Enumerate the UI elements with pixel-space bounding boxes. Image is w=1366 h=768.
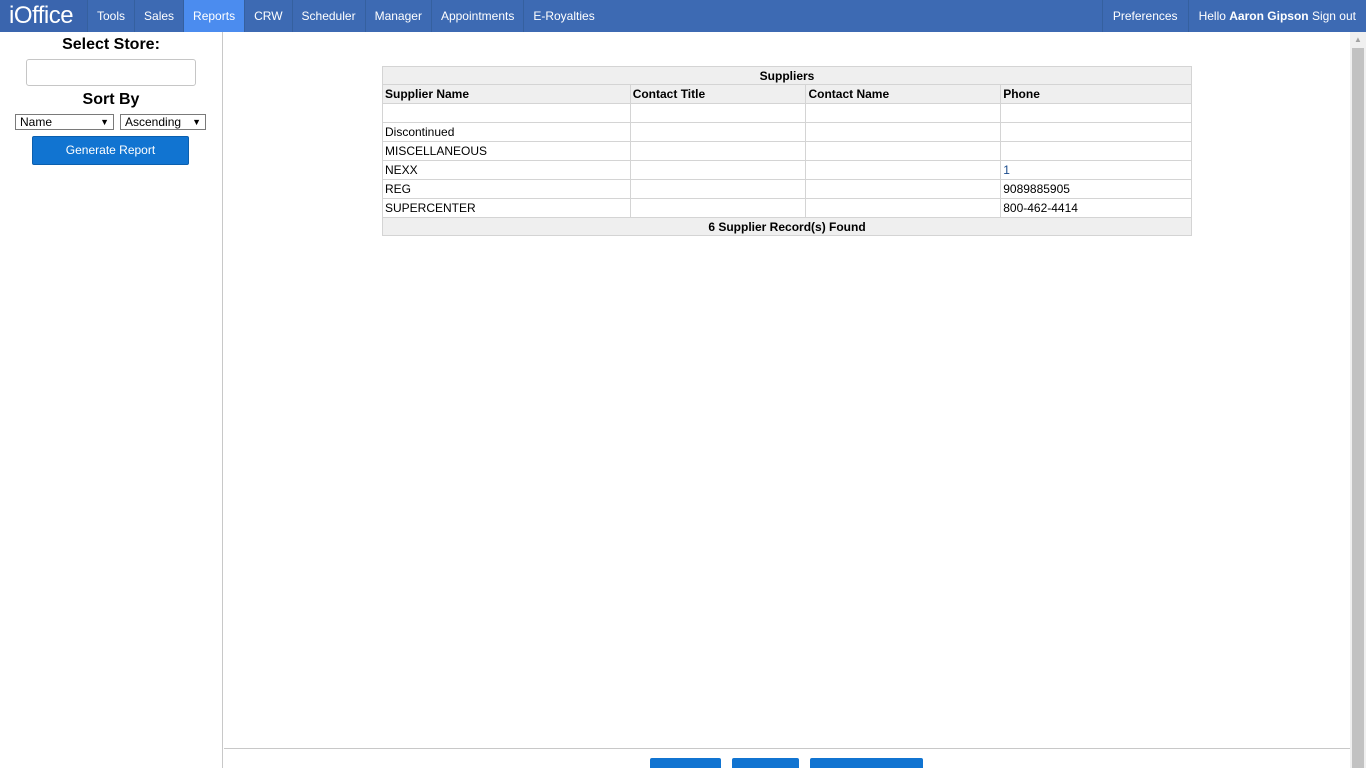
sort-field-select[interactable]: Name ▼ xyxy=(15,114,114,130)
column-header: Phone xyxy=(1000,84,1192,104)
contact-title-cell xyxy=(629,141,807,161)
sort-order-select[interactable]: Ascending ▼ xyxy=(120,114,206,130)
phone-cell: 800-462-4414 xyxy=(1000,198,1192,218)
contact-title-cell xyxy=(629,160,807,180)
column-header: Contact Title xyxy=(629,84,807,104)
nav-tab-sales[interactable]: Sales xyxy=(134,0,183,32)
contact-name-cell xyxy=(805,179,1002,199)
contact-name-cell xyxy=(805,141,1002,161)
supplier-name-cell: NEXX xyxy=(382,160,631,180)
contact-name-cell xyxy=(805,198,1002,218)
bottom-action-button[interactable] xyxy=(810,758,923,768)
table-caption-row: Suppliers xyxy=(382,66,1192,85)
phone-cell xyxy=(1000,103,1192,123)
supplier-name-cell: SUPERCENTER xyxy=(382,198,631,218)
table-title: Suppliers xyxy=(382,66,1192,85)
contact-name-cell xyxy=(805,103,1002,123)
generate-report-button[interactable]: Generate Report xyxy=(32,136,189,165)
supplier-name-cell: MISCELLANEOUS xyxy=(382,141,631,161)
scroll-up-icon[interactable]: ▲ xyxy=(1350,32,1366,48)
phone-cell xyxy=(1000,141,1192,161)
record-count: 6 Supplier Record(s) Found xyxy=(382,217,1192,236)
table-header-row: Supplier Name Contact Title Contact Name… xyxy=(382,84,1192,104)
sort-field-value: Name xyxy=(20,115,53,129)
app-logo[interactable]: iOffice xyxy=(0,0,87,32)
nav-tab-manager[interactable]: Manager xyxy=(364,0,431,32)
nav-tab-appointments[interactable]: Appointments xyxy=(430,0,523,32)
scrollbar-thumb[interactable] xyxy=(1352,48,1364,768)
table-footer-row: 6 Supplier Record(s) Found xyxy=(382,217,1192,236)
contact-title-cell xyxy=(629,122,807,142)
nav-tab-scheduler[interactable]: Scheduler xyxy=(291,0,365,32)
vertical-scrollbar[interactable]: ▲ xyxy=(1350,32,1366,768)
select-store-label: Select Store: xyxy=(62,36,160,53)
bottom-action-button[interactable] xyxy=(650,758,721,768)
phone-cell[interactable]: 1 xyxy=(1000,160,1192,180)
sign-out-link[interactable]: Sign out xyxy=(1312,9,1356,23)
store-input[interactable] xyxy=(26,59,196,86)
user-greeting: Hello Aaron Gipson Sign out xyxy=(1187,0,1366,32)
suppliers-table: Suppliers Supplier Name Contact Title Co… xyxy=(382,66,1192,236)
nav-tab-crw[interactable]: CRW xyxy=(244,0,291,32)
table-row: Discontinued xyxy=(382,122,1192,142)
supplier-name-cell xyxy=(382,103,631,123)
top-nav-bar: iOffice Tools Sales Reports CRW Schedule… xyxy=(0,0,1366,32)
table-row: REG 9089885905 xyxy=(382,179,1192,199)
contact-title-cell xyxy=(629,198,807,218)
bottom-action-button[interactable] xyxy=(732,758,799,768)
report-options-sidebar: Select Store: Sort By Name ▼ Ascending ▼… xyxy=(0,32,223,768)
bottom-action-bar xyxy=(224,748,1350,768)
phone-cell: 9089885905 xyxy=(1000,179,1192,199)
contact-name-cell xyxy=(805,122,1002,142)
sort-order-value: Ascending xyxy=(125,115,182,129)
greeting-text: Hello xyxy=(1198,9,1226,23)
nav-tab-e-royalties[interactable]: E-Royalties xyxy=(523,0,603,32)
table-row xyxy=(382,103,1192,123)
column-header: Supplier Name xyxy=(382,84,631,104)
contact-title-cell xyxy=(629,179,807,199)
sort-by-label: Sort By xyxy=(82,91,140,108)
chevron-down-icon: ▼ xyxy=(100,117,109,127)
column-header: Contact Name xyxy=(805,84,1002,104)
contact-title-cell xyxy=(629,103,807,123)
nav-tab-tools[interactable]: Tools xyxy=(87,0,134,32)
phone-cell xyxy=(1000,122,1192,142)
nav-tab-reports[interactable]: Reports xyxy=(183,0,245,32)
table-row: MISCELLANEOUS xyxy=(382,141,1192,161)
supplier-name-cell: Discontinued xyxy=(382,122,631,142)
table-row: SUPERCENTER 800-462-4414 xyxy=(382,198,1192,218)
report-content: Suppliers Supplier Name Contact Title Co… xyxy=(224,32,1350,748)
preferences-link[interactable]: Preferences xyxy=(1101,0,1188,32)
supplier-name-cell: REG xyxy=(382,179,631,199)
contact-name-cell xyxy=(805,160,1002,180)
chevron-down-icon: ▼ xyxy=(192,117,201,127)
user-name: Aaron Gipson xyxy=(1229,9,1309,23)
table-row: NEXX 1 xyxy=(382,160,1192,180)
